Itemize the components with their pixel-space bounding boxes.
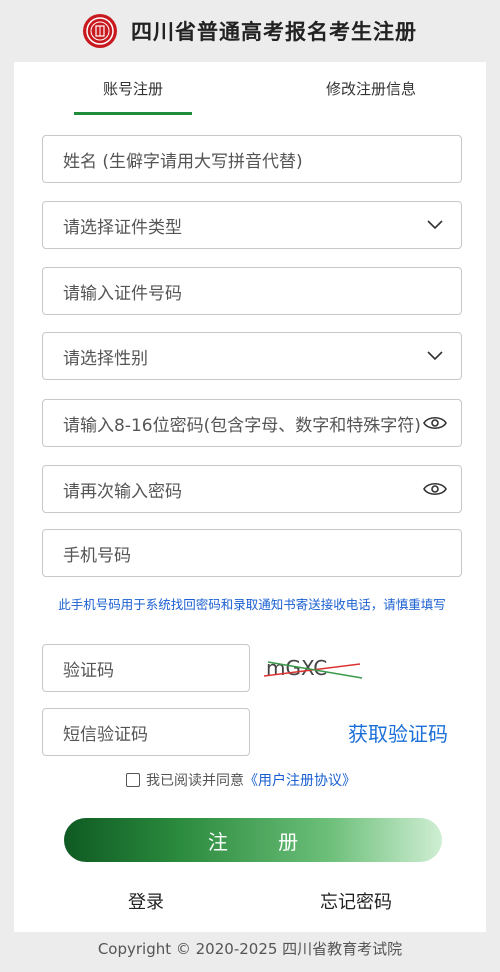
id-type-select[interactable]: 请选择证件类型 <box>42 201 462 249</box>
id-number-placeholder: 请输入证件号码 <box>63 283 182 304</box>
gender-select[interactable]: 请选择性别 <box>42 332 462 380</box>
password-field[interactable]: 请输入8-16位密码(包含字母、数字和特殊字符) <box>42 399 462 447</box>
forgot-password-link[interactable]: 忘记密码 <box>320 888 392 914</box>
eye-icon[interactable] <box>423 477 447 501</box>
agreement-link[interactable]: 《用户注册协议》 <box>244 770 356 790</box>
confirm-password-field[interactable]: 请再次输入密码 <box>42 465 462 513</box>
captcha-text: mGXC <box>266 656 327 680</box>
agreement-checkbox[interactable] <box>126 773 140 787</box>
captcha-image[interactable]: mGXC <box>262 650 372 686</box>
registration-card: 账号注册 修改注册信息 姓名 (生僻字请用大写拼音代替) 请选择证件类型 请输入… <box>14 62 486 932</box>
register-button[interactable]: 注 册 <box>64 818 442 862</box>
captcha-placeholder: 验证码 <box>63 660 114 681</box>
page-header: 四川省普通高考报名考生注册 <box>0 0 500 62</box>
tab-account-register[interactable]: 账号注册 <box>74 78 192 99</box>
login-link[interactable]: 登录 <box>128 888 164 914</box>
phone-placeholder: 手机号码 <box>63 545 131 566</box>
chevron-down-icon <box>423 213 447 237</box>
agreement-row: 我已阅读并同意 《用户注册协议》 <box>126 770 356 790</box>
footer-copyright: Copyright © 2020-2025 四川省教育考试院 <box>97 940 403 958</box>
agreement-prefix: 我已阅读并同意 <box>146 773 244 789</box>
gender-placeholder: 请选择性别 <box>63 348 148 369</box>
name-field[interactable]: 姓名 (生僻字请用大写拼音代替) <box>42 135 462 183</box>
active-tab-indicator <box>74 112 192 115</box>
id-number-field[interactable]: 请输入证件号码 <box>42 267 462 315</box>
tab-bar: 账号注册 修改注册信息 <box>14 62 486 118</box>
eye-icon[interactable] <box>423 411 447 435</box>
phone-field[interactable]: 手机号码 <box>42 529 462 577</box>
seal-logo-icon <box>83 14 117 48</box>
captcha-field[interactable]: 验证码 <box>42 644 250 692</box>
id-type-placeholder: 请选择证件类型 <box>63 217 182 238</box>
page-title: 四川省普通高考报名考生注册 <box>131 20 417 44</box>
name-placeholder: 姓名 (生僻字请用大写拼音代替) <box>63 151 303 172</box>
chevron-down-icon <box>423 344 447 368</box>
confirm-password-placeholder: 请再次输入密码 <box>63 481 182 502</box>
sms-code-field[interactable]: 短信验证码 <box>42 708 250 756</box>
password-placeholder: 请输入8-16位密码(包含字母、数字和特殊字符) <box>63 415 421 436</box>
tab-modify-registration[interactable]: 修改注册信息 <box>296 78 446 99</box>
sms-code-placeholder: 短信验证码 <box>63 724 148 745</box>
get-sms-code-link[interactable]: 获取验证码 <box>348 718 448 747</box>
phone-notice: 此手机号码用于系统找回密码和录取通知书寄送接收电话，请慎重填写 <box>58 597 446 612</box>
